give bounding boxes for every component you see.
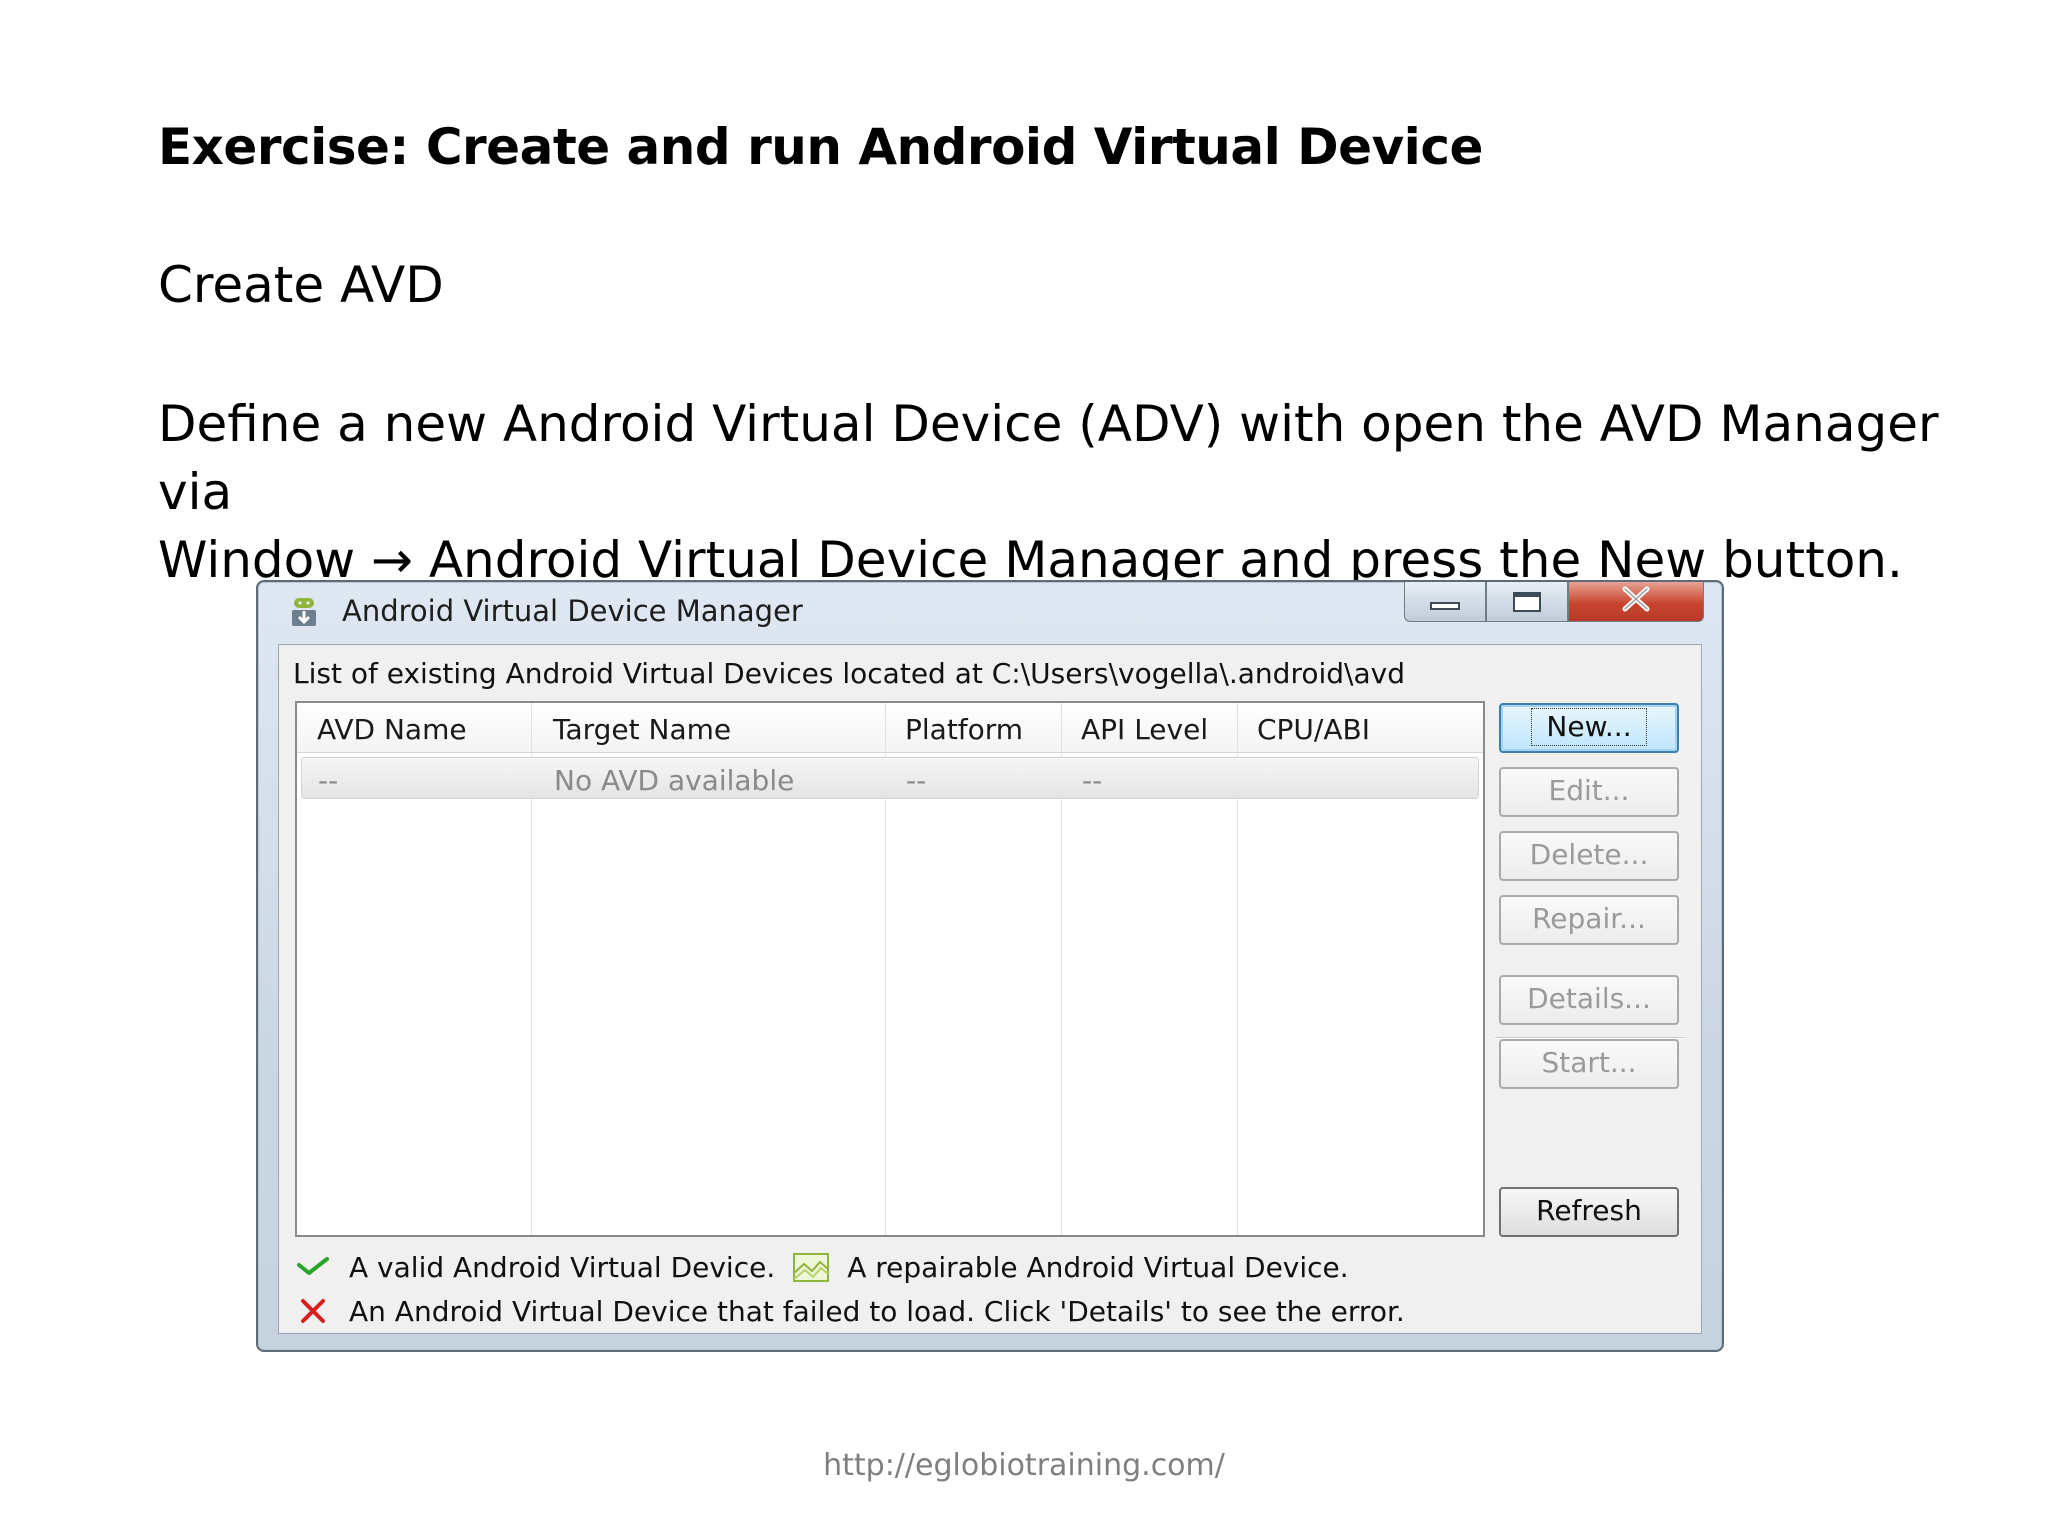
window-titlebar[interactable]: Android Virtual Device Manager [258, 582, 1722, 638]
legend-row-2: An Android Virtual Device that failed to… [293, 1293, 1405, 1329]
check-icon [293, 1249, 333, 1285]
window-client-area: List of existing Android Virtual Devices… [278, 644, 1702, 1334]
slide-title: Exercise: Create and run Android Virtual… [158, 118, 1483, 176]
close-icon [1619, 586, 1653, 617]
new-button[interactable]: New... [1499, 703, 1679, 753]
window-title: Android Virtual Device Manager [342, 594, 803, 628]
delete-button[interactable]: Delete... [1499, 831, 1679, 881]
legend-failed-label: An Android Virtual Device that failed to… [349, 1294, 1405, 1328]
slide-subheading: Create AVD [158, 256, 444, 314]
avd-location-label: List of existing Android Virtual Devices… [293, 657, 1405, 690]
refresh-button[interactable]: Refresh [1499, 1187, 1679, 1237]
caption-buttons [1404, 582, 1704, 622]
maximize-button[interactable] [1486, 582, 1568, 622]
cell-target-name: No AVD available [554, 764, 795, 797]
details-button[interactable]: Details... [1499, 975, 1679, 1025]
column-header-avd-name[interactable]: AVD Name [317, 713, 467, 746]
header-divider [1237, 703, 1238, 752]
android-download-icon [288, 596, 320, 628]
footer-url: http://eglobiotraining.com/ [823, 1448, 1225, 1483]
column-header-api-level[interactable]: API Level [1081, 713, 1208, 746]
new-button-label: New... [1531, 708, 1647, 746]
minimize-icon [1430, 601, 1460, 610]
column-header-target-name[interactable]: Target Name [553, 713, 731, 746]
column-header-cpu-abi[interactable]: CPU/ABI [1257, 713, 1370, 746]
table-row[interactable]: -- No AVD available -- -- [301, 757, 1479, 799]
header-divider [1061, 703, 1062, 752]
cell-api-level: -- [1082, 764, 1103, 797]
error-x-icon [293, 1293, 333, 1329]
repairable-device-icon [791, 1249, 831, 1285]
legend-valid-label: A valid Android Virtual Device. [349, 1250, 776, 1284]
header-divider [885, 703, 886, 752]
cell-avd-name: -- [318, 764, 339, 797]
close-button[interactable] [1568, 582, 1704, 622]
table-header: AVD Name Target Name Platform API Level … [297, 703, 1483, 753]
cell-platform: -- [906, 764, 927, 797]
avd-manager-window: Android Virtual Device Manager List of e… [256, 580, 1724, 1352]
start-button[interactable]: Start... [1499, 1039, 1679, 1089]
paragraph-line-1: Define a new Android Virtual Device (ADV… [158, 395, 1939, 521]
maximize-icon [1513, 591, 1541, 612]
column-header-platform[interactable]: Platform [905, 713, 1023, 746]
legend-row-1: A valid Android Virtual Device. A repair… [293, 1249, 1349, 1285]
repair-button[interactable]: Repair... [1499, 895, 1679, 945]
edit-button[interactable]: Edit... [1499, 767, 1679, 817]
legend-repairable-label: A repairable Android Virtual Device. [847, 1250, 1349, 1284]
slide-paragraph: Define a new Android Virtual Device (ADV… [158, 390, 1998, 594]
header-divider [531, 703, 532, 752]
avd-table[interactable]: AVD Name Target Name Platform API Level … [295, 701, 1485, 1237]
minimize-button[interactable] [1404, 582, 1486, 622]
